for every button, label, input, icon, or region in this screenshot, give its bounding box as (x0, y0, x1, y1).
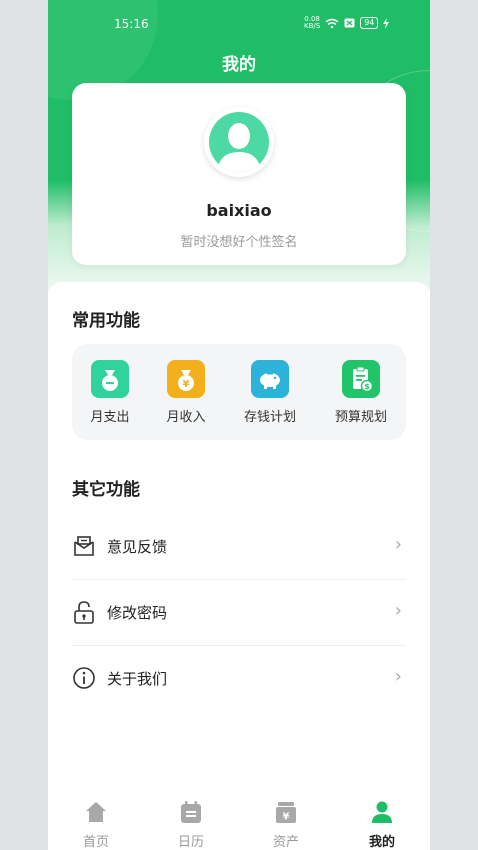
battery-icon: 94 (360, 17, 379, 29)
tab-home[interactable]: 首页 (61, 800, 131, 850)
tab-assets[interactable]: ¥ 资产 (251, 800, 321, 850)
tab-mine[interactable]: 我的 (347, 800, 417, 850)
other-functions-title: 其它功能 (72, 480, 140, 500)
svg-text:¥: ¥ (283, 812, 290, 823)
func-monthly-expense[interactable]: 月支出 (70, 360, 150, 425)
menu-item-about-us[interactable]: 关于我们 › (72, 645, 406, 711)
func-budget-planning[interactable]: $ 预算规划 (321, 360, 401, 425)
status-bar: 15:16 0.08 KB/S 94 (48, 14, 430, 36)
money-bag-icon (91, 360, 129, 398)
budget-clipboard-icon: $ (342, 360, 380, 398)
network-speed: 0.08 KB/S (304, 15, 321, 30)
sim-icon (344, 18, 355, 28)
func-savings-plan[interactable]: 存钱计划 (230, 360, 310, 425)
piggy-bank-icon (251, 360, 289, 398)
func-monthly-income[interactable]: ¥ 月收入 (146, 360, 226, 425)
svg-text:$: $ (364, 382, 370, 391)
user-icon (372, 801, 392, 823)
common-functions-title: 常用功能 (72, 311, 140, 331)
assets-icon: ¥ (276, 802, 296, 823)
signature: 暂时没想好个性签名 (180, 235, 298, 250)
avatar[interactable] (204, 107, 274, 177)
home-icon (86, 802, 106, 822)
charging-icon (383, 17, 390, 29)
feedback-envelope-icon (74, 536, 94, 556)
lock-icon (74, 601, 94, 624)
menu-label: 意见反馈 (107, 538, 168, 556)
common-functions-grid: 月支出 ¥ 月收入 存钱计划 $ 预算规划 (72, 344, 406, 440)
tab-calendar[interactable]: 日历 (156, 800, 226, 850)
menu-item-feedback[interactable]: 意见反馈 › (72, 513, 406, 580)
chevron-right-icon: › (394, 534, 402, 555)
app-screen: 15:16 0.08 KB/S 94 我的 baixiao 暂时没想好个性签名 … (48, 0, 430, 850)
wifi-icon (325, 18, 339, 28)
username: baixiao (206, 201, 272, 220)
bottom-tab-bar: 首页 日历 ¥ 资产 我的 (48, 792, 430, 850)
yen-bag-icon: ¥ (167, 360, 205, 398)
profile-card[interactable]: baixiao 暂时没想好个性签名 (72, 83, 406, 265)
content-panel: 常用功能 月支出 ¥ 月收入 存钱计划 $ 预算规划 其它功能 意见反馈 › 修… (48, 282, 430, 792)
menu-label: 关于我们 (107, 670, 168, 688)
status-time: 15:16 (114, 17, 149, 31)
chevron-right-icon: › (394, 600, 402, 621)
svg-text:¥: ¥ (183, 379, 190, 390)
info-icon (73, 667, 95, 689)
calendar-icon (181, 801, 201, 823)
default-avatar-icon (217, 123, 261, 172)
menu-label: 修改密码 (107, 604, 168, 622)
chevron-right-icon: › (394, 666, 402, 687)
menu-item-change-password[interactable]: 修改密码 › (72, 579, 406, 646)
page-title: 我的 (222, 55, 256, 75)
